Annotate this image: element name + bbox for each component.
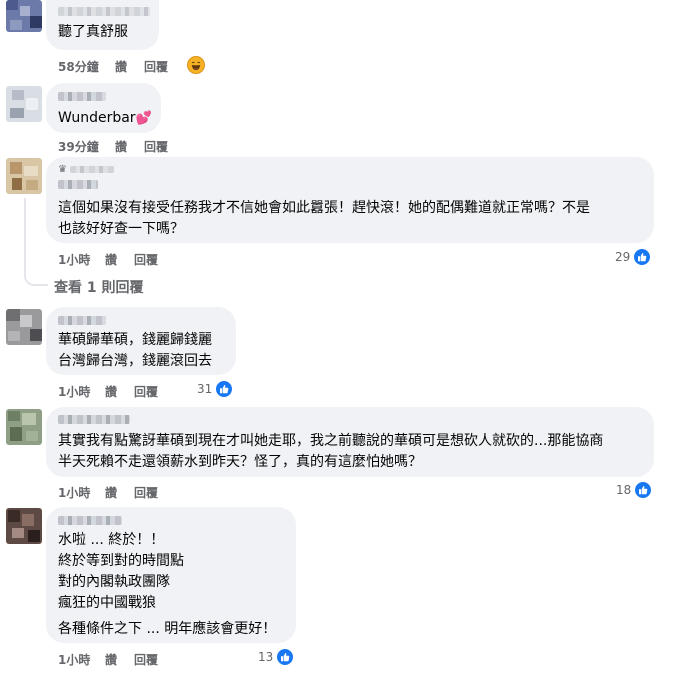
reply-link[interactable]: 回覆: [134, 651, 158, 668]
reaction-count[interactable]: 29: [615, 248, 652, 266]
reply-link[interactable]: 回覆: [134, 383, 158, 400]
comment-text: 華碩歸華碩，錢麗歸錢麗: [58, 332, 212, 348]
two-hearts-emoji: 💕: [135, 111, 152, 126]
comment-text: 終於等到對的時間點: [58, 553, 184, 569]
commenter-name[interactable]: [58, 92, 106, 101]
comment-text: Wunderbar💕: [58, 108, 152, 129]
comment-text: 也該好好查一下嗎？: [58, 221, 184, 237]
commenter-name[interactable]: [58, 7, 150, 16]
comment-time[interactable]: 58分鐘: [58, 58, 99, 75]
thumbs-up-icon: [634, 481, 653, 499]
comment-time[interactable]: 39分鐘: [58, 138, 99, 155]
avatar[interactable]: [6, 309, 42, 345]
thumbs-up-icon: [633, 248, 652, 266]
like-link[interactable]: 讚: [115, 58, 127, 75]
view-replies-link[interactable]: 查看 1 則回覆: [54, 277, 144, 297]
thread-line: [24, 198, 48, 286]
reaction-count[interactable]: 31: [197, 380, 234, 398]
like-link[interactable]: 讚: [115, 138, 127, 155]
reaction-count[interactable]: 13: [258, 648, 295, 666]
reply-link[interactable]: 回覆: [144, 138, 168, 155]
comment-text: 這個如果沒有接受任務我才不信她會如此囂張！趕快滾！她的配偶難道就正常嗎？不是: [58, 200, 590, 216]
comment-text: 台灣歸台灣，錢麗滾回去: [58, 353, 212, 369]
avatar[interactable]: [6, 158, 42, 194]
like-count: 13: [258, 650, 274, 664]
comment-text: 水啦 ... 終於！！: [58, 532, 165, 548]
like-link[interactable]: 讚: [105, 484, 117, 501]
avatar[interactable]: [6, 409, 42, 445]
like-link[interactable]: 讚: [105, 383, 117, 400]
thumbs-up-icon: [276, 648, 295, 666]
comment-time[interactable]: 1小時: [58, 251, 90, 268]
comment-text-line: Wunderbar: [58, 110, 136, 126]
comment-text: 瘋狂的中國戰狼: [58, 595, 156, 611]
like-link[interactable]: 讚: [105, 651, 117, 668]
commenter-name[interactable]: [58, 316, 106, 325]
laugh-emoji-icon: [187, 56, 205, 74]
comment-text: 半天死賴不走還領薪水到昨天？怪了，真的有這麼怕她嗎？: [58, 454, 422, 470]
commenter-name[interactable]: [58, 180, 98, 189]
avatar[interactable]: [6, 0, 42, 32]
comment-text: 其實我有點驚訝華碩到現在才叫她走耶，我之前聽說的華碩可是想砍人就砍的...那能協…: [58, 433, 604, 449]
comment-text: 各種條件之下 ... 明年應該會更好！: [58, 621, 277, 637]
reaction-count[interactable]: 18: [616, 481, 653, 499]
comment-text: 聽了真舒服: [58, 24, 128, 40]
comment-text: 對的內閣執政團隊: [58, 574, 170, 590]
like-link[interactable]: 讚: [105, 251, 117, 268]
reply-link[interactable]: 回覆: [144, 58, 168, 75]
avatar[interactable]: [6, 508, 42, 544]
comment-time[interactable]: 1小時: [58, 484, 90, 501]
avatar[interactable]: [6, 86, 42, 122]
like-count: 29: [615, 250, 631, 264]
reply-link[interactable]: 回覆: [134, 251, 158, 268]
thumbs-up-icon: [215, 380, 234, 398]
top-fan-badge: ♛: [58, 164, 67, 175]
like-count: 31: [197, 382, 213, 396]
commenter-badge-label: [70, 166, 114, 173]
reply-link[interactable]: 回覆: [134, 484, 158, 501]
commenter-name[interactable]: [58, 415, 130, 424]
commenter-name[interactable]: [58, 516, 122, 525]
comment-time[interactable]: 1小時: [58, 383, 90, 400]
comment-time[interactable]: 1小時: [58, 651, 90, 668]
like-count: 18: [616, 483, 632, 497]
